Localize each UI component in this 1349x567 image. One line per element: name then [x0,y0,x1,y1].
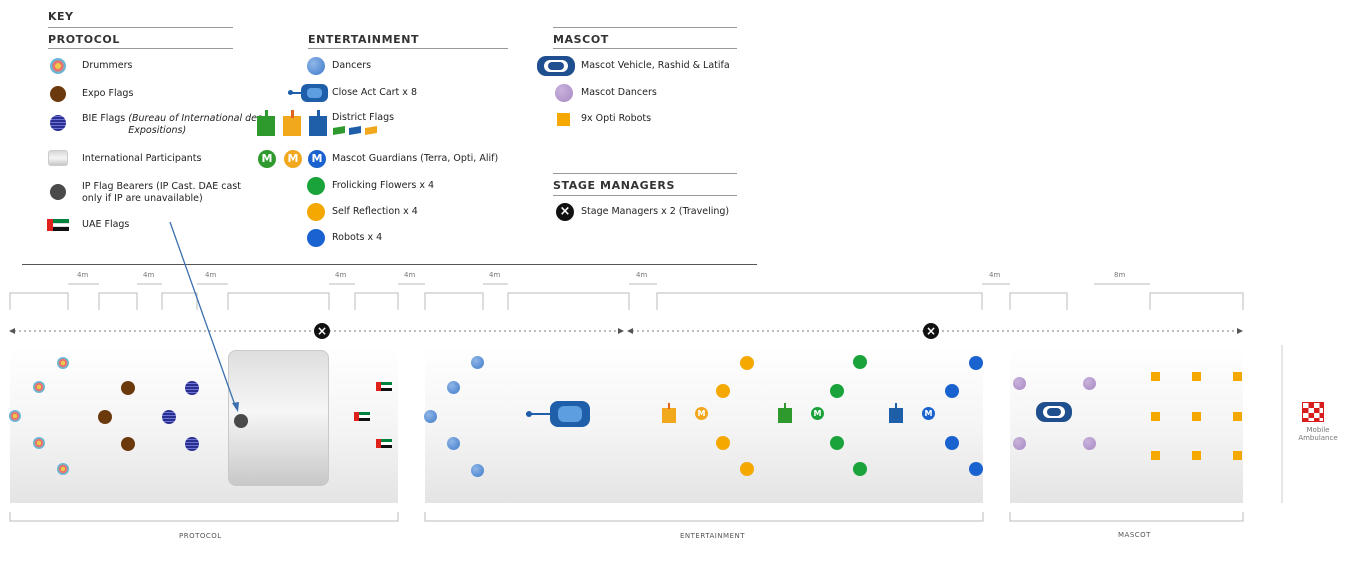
opti-robot [1192,372,1201,381]
spacing-label: 8m [1114,271,1126,279]
section-label-protocol: PROTOCOL [179,532,222,540]
bracket-bottom-entertainment [424,512,984,522]
opti-robot [1192,451,1201,460]
bracket-top-5 [354,292,399,310]
self-reflection [716,384,730,398]
guardian-blue: M [922,407,935,420]
bracket-bottom-protocol [9,512,399,522]
pointer-arrow-line [169,221,237,409]
spacing-label: 4m [489,271,501,279]
drummer [9,410,21,422]
spacing-label: 4m [989,271,1001,279]
robot [969,462,983,476]
frolicking-flower [853,462,867,476]
district-flag-blue [889,403,907,423]
opti-robot [1151,372,1160,381]
close-act-cart [526,401,590,427]
mascot-dancer [1013,377,1026,390]
stage-manager-marker-1: × [314,323,330,339]
robot [945,384,959,398]
self-reflection [740,462,754,476]
ambulance-label-line1: Mobile [1306,426,1330,434]
section-label-entertainment: ENTERTAINMENT [680,532,746,540]
spacing-label: 4m [404,271,416,279]
path-arrow-right-2 [1237,328,1243,334]
pointer-arrow-head [232,402,239,412]
stage-manager-marker-2: × [923,323,939,339]
uae-flag [376,382,392,391]
bracket-top-7 [507,292,630,310]
bie-flag [185,437,199,451]
bracket-top-8 [656,292,983,310]
dancer [424,410,437,423]
ip-flag-bearer [234,414,248,428]
mascot-vehicle [1036,402,1072,422]
uae-flag [376,439,392,448]
mascot-dancer [1013,437,1026,450]
dancer [471,464,484,477]
bracket-top-1 [9,292,69,310]
section-label-mascot: MASCOT [1118,531,1151,539]
drummer [33,437,45,449]
spacing-label: 4m [77,271,89,279]
spacing-label: 4m [143,271,155,279]
robot [969,356,983,370]
frolicking-flower [830,384,844,398]
bracket-top-4 [227,292,330,310]
ambulance-label: Mobile Ambulance [1292,426,1344,442]
frolicking-flower [853,355,867,369]
bracket-bottom-mascot [1009,512,1244,522]
opti-robot [1233,412,1242,421]
mascot-dancer [1083,377,1096,390]
opti-robot [1233,451,1242,460]
drummer [57,357,69,369]
expo-flag [121,437,135,451]
robot [945,436,959,450]
bie-flag [185,381,199,395]
opti-robot [1233,372,1242,381]
frolicking-flower [830,436,844,450]
bracket-top-10 [1149,292,1244,310]
dancer [471,356,484,369]
expo-flag [121,381,135,395]
opti-robot [1151,412,1160,421]
spacing-label: 4m [335,271,347,279]
bracket-top-9 [1009,292,1068,310]
district-flag-orange [662,403,680,423]
dancer [447,381,460,394]
guardian-orange: M [695,407,708,420]
layout-lines [9,221,1283,522]
drummer [57,463,69,475]
spacing-label: 4m [205,271,217,279]
path-arrow-left-2 [627,328,633,334]
spacing-label: 4m [636,271,648,279]
path-arrow-right-1 [618,328,624,334]
bie-flag [162,410,176,424]
path-arrow-left-1 [9,328,15,334]
ambulance-label-line2: Ambulance [1298,434,1338,442]
ambulance-icon [1302,402,1324,422]
bracket-top-6 [424,292,484,310]
mascot-dancer [1083,437,1096,450]
bracket-top-3 [161,292,198,310]
bracket-top-2 [98,292,138,310]
guardian-green: M [811,407,824,420]
self-reflection [716,436,730,450]
opti-robot [1192,412,1201,421]
district-flag-green [778,403,796,423]
drummer [33,381,45,393]
uae-flag [354,412,370,421]
self-reflection [740,356,754,370]
dancer [447,437,460,450]
opti-robot [1151,451,1160,460]
expo-flag [98,410,112,424]
